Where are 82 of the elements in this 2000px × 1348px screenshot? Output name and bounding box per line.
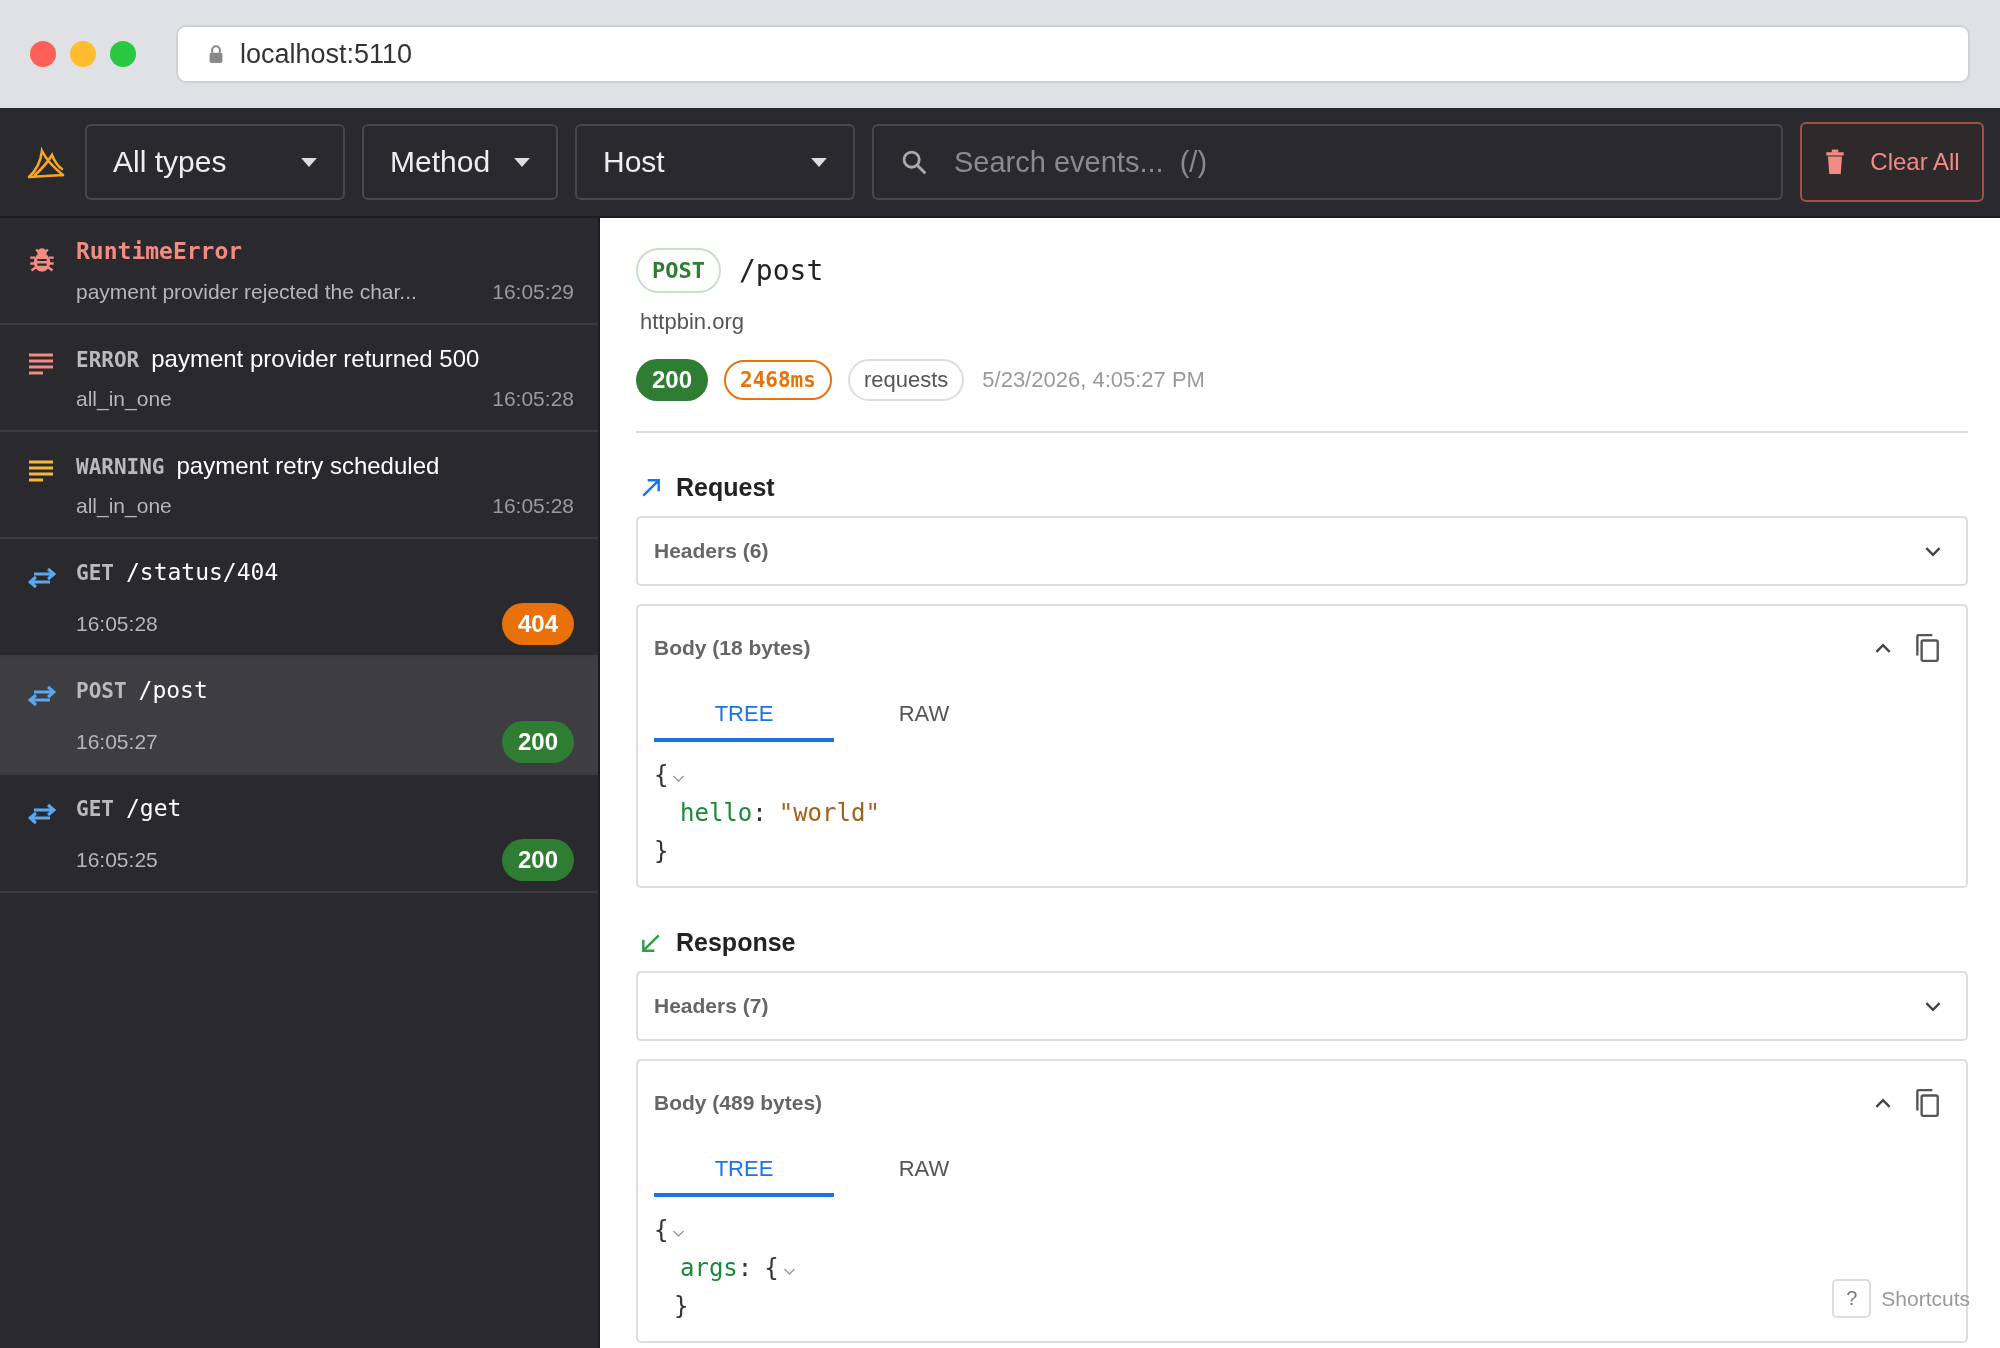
caret-icon [301,157,317,167]
panel-title: Headers (6) [654,539,769,563]
event-time: 16:05:28 [492,494,574,518]
logger-name: all_in_one [76,387,172,411]
status-badge: 200 [501,839,574,881]
view-tab[interactable]: TREE [654,1145,834,1197]
panel-title: Headers (7) [654,994,769,1018]
search-field[interactable]: Search events... (/) [872,124,1783,200]
status-badge: 200 [636,359,709,401]
bug-icon [28,246,56,274]
view-tab[interactable]: RAW [834,690,1014,742]
copy-icon[interactable] [1914,1088,1940,1118]
view-tab[interactable]: TREE [654,690,834,742]
json-string: "world" [778,799,880,827]
host-name: httpbin.org [640,309,745,335]
request-path: /post [138,677,208,703]
arrow-up-right-icon [640,476,662,499]
event-row[interactable]: GET /get 16:05:25 200 [0,775,598,893]
logo-icon [26,145,66,179]
json-key: args [680,1254,738,1282]
clear-all-button[interactable]: Clear All [1800,122,1984,202]
json-colon: : [752,799,767,827]
timestamp: 5/23/2026, 4:05:27 PM [982,367,1205,393]
address-bar[interactable]: localhost:5110 [176,25,1970,83]
swap-arrows-icon [28,803,56,825]
headers-panel[interactable]: Headers (7) [636,971,1968,1041]
lock-icon [208,45,224,63]
chevron-icon[interactable] [1874,642,1892,654]
log-message: payment retry scheduled [176,452,440,480]
json-brace: } [674,1292,689,1320]
swap-arrows-icon [28,567,56,589]
request-path: /status/404 [125,559,279,585]
duration-badge: 2468ms [724,360,832,400]
copy-icon[interactable] [1914,633,1940,663]
request-method: GET [76,561,114,585]
json-brace: { [764,1254,779,1282]
request-path: /get [125,795,182,821]
json-key: hello [680,799,753,827]
event-time: 16:05:27 [76,730,158,754]
panel-title: Body (489 bytes) [654,1091,824,1115]
panel-title: Body (18 bytes) [654,636,812,660]
filter-dropdown[interactable]: All types [85,124,345,200]
status-badge: 200 [501,721,574,763]
log-level: ERROR [76,348,140,372]
caret-icon [514,157,530,167]
source-tag: requests [847,359,965,401]
logger-name: all_in_one [76,494,172,518]
json-brace: { [654,1216,669,1244]
chevron-icon[interactable] [1924,545,1942,557]
status-badge: 404 [501,603,574,645]
event-time: 16:05:25 [76,848,158,872]
trash-icon [1824,149,1847,175]
event-message: payment provider rejected the char... [76,280,417,304]
log-message: payment provider returned 500 [151,345,480,373]
headers-panel[interactable]: Headers (6) [636,516,1968,586]
event-time: 16:05:28 [492,387,574,411]
view-tab[interactable]: RAW [834,1145,1014,1197]
method-badge: POST [636,248,721,293]
json-brace: { [654,761,669,789]
request-method: GET [76,797,114,821]
keyboard-key[interactable]: ? [1832,1279,1872,1318]
section-title: Request [676,473,775,502]
event-row[interactable]: WARNING payment retry scheduled all_in_one 16:05:28 [0,432,598,539]
section-title: Response [676,928,796,957]
filter-dropdown[interactable]: Host [575,124,855,200]
request-path: /post [739,254,824,287]
swap-arrows-icon [28,685,56,707]
search-icon [900,148,928,176]
filter-dropdown[interactable]: Method [362,124,558,200]
exception-title: RuntimeError [76,238,243,264]
chevron-icon[interactable] [1874,1097,1892,1109]
caret-icon [811,157,827,167]
event-time: 16:05:29 [492,280,574,304]
event-row[interactable]: ERROR payment provider returned 500 all_in_one 16:05:28 [0,325,598,432]
event-row[interactable]: RuntimeError payment provider rejected the char... 16:05:29 [0,218,598,325]
json-brace: } [654,837,669,865]
log-level: WARNING [76,455,165,479]
request-method: POST [76,679,127,703]
chevron-icon[interactable] [1924,1000,1942,1012]
event-row[interactable]: POST /post 16:05:27 200 [0,657,598,775]
json-colon: : [737,1254,753,1282]
event-time: 16:05:28 [76,612,158,636]
